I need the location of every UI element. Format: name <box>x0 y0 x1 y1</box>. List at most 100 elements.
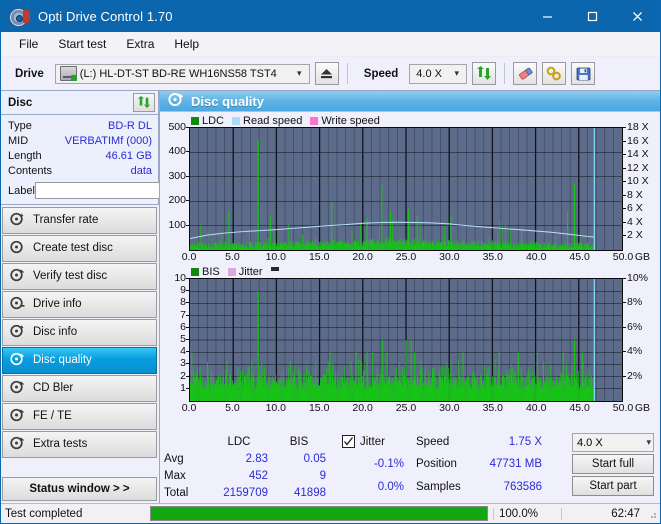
start-part-button[interactable]: Start part <box>572 476 654 496</box>
sidebar-item-create-test-disc[interactable]: Create test disc <box>2 235 157 262</box>
test-speed-value: 4.0 X <box>577 436 603 449</box>
chart2-y-axis-right: 2% 4% 6% 8% 10% <box>623 272 657 402</box>
stats-avg-bis: 0.05 <box>303 452 326 465</box>
status-window-button[interactable]: Status window > > <box>2 477 157 501</box>
axis-tick-label: 5.0 <box>225 402 240 414</box>
axis-tick <box>623 154 626 156</box>
disc-row-value: 46.61 GB <box>105 149 152 162</box>
chart1-x-axis: 0.0 5.0 10.0 15.0 20.0 25.0 30.0 35.0 40.0 45.0 50… <box>182 251 650 265</box>
axis-tick <box>623 208 626 210</box>
samples-stat-label: Samples <box>416 480 461 493</box>
progress-percent: 100.0% <box>493 507 561 520</box>
jitter-checkbox[interactable] <box>342 435 355 448</box>
chart2-series <box>190 279 622 401</box>
speed-position-column: Speed 1.75 X Position 47731 MB Samples 7… <box>416 433 542 501</box>
disc-refresh-button[interactable] <box>133 93 155 112</box>
speed-label: Speed <box>363 67 399 80</box>
resize-grip[interactable] <box>646 508 658 520</box>
axis-tick-label: 2 X <box>627 229 643 242</box>
menu-extra[interactable]: Extra <box>117 34 163 54</box>
legend-swatch <box>191 116 199 125</box>
start-full-button[interactable]: Start full <box>572 454 654 474</box>
tools-button[interactable] <box>542 62 567 85</box>
sidebar-item-disc-info[interactable]: Disc info <box>2 319 157 346</box>
nav-list: Transfer rate Create test disc Verify te… <box>1 207 159 459</box>
legend-swatch <box>227 267 236 276</box>
toolbar-divider <box>346 63 348 84</box>
axis-unit-label: GB <box>634 402 650 414</box>
disc-label-caption: Label <box>8 184 35 197</box>
legend-item-jitter: Jitter <box>227 266 263 278</box>
charts-area: LDC Read speed Write speed 100 200 300 400 5… <box>160 112 660 430</box>
legend-item-read-speed: Read speed <box>232 115 302 127</box>
position-stat-value: 47731 MB <box>489 458 542 471</box>
axis-tick-label: 500 <box>168 121 186 133</box>
close-button[interactable] <box>615 1 660 32</box>
sidebar-item-transfer-rate[interactable]: Transfer rate <box>2 207 157 234</box>
page-title: Disc quality <box>191 93 264 109</box>
sidebar-item-label: Drive info <box>33 297 82 310</box>
disc-burn-icon <box>10 240 25 257</box>
sidebar-item-fe-te[interactable]: FE / TE <box>2 403 157 430</box>
legend-label: BIS <box>202 265 220 278</box>
stats-max-ldc: 452 <box>248 469 268 482</box>
disc-row-type: Type BD-R DL <box>8 118 152 133</box>
axis-tick-label: 45.0 <box>569 402 590 414</box>
axis-tick-label: 10 X <box>627 175 649 188</box>
axis-tick-label: 35.0 <box>482 251 504 263</box>
sidebar-item-extra-tests[interactable]: Extra tests <box>2 431 157 458</box>
stats-panel: LDC BIS Avg 2.83 0.05 Max 452 9 Total 21… <box>160 430 660 503</box>
jitter-toggle[interactable]: Jitter <box>342 433 404 450</box>
sidebar-item-drive-info[interactable]: Drive info <box>2 291 157 318</box>
menu-start-test[interactable]: Start test <box>49 34 115 54</box>
panel-header: Disc quality <box>160 91 660 112</box>
axis-tick-label: 15.0 <box>308 402 330 414</box>
progress-fill <box>151 507 487 520</box>
stats-total-bis: 41898 <box>294 486 326 499</box>
chart1-plot <box>189 127 623 251</box>
speed-stat-value: 1.75 X <box>508 435 542 448</box>
legend-swatch <box>310 116 319 125</box>
axis-tick-label: 45.0 <box>569 251 590 263</box>
stats-max-bis: 9 <box>319 469 326 482</box>
axis-tick <box>623 302 626 304</box>
axis-tick-label: 8% <box>627 296 643 309</box>
legend-item-write-speed: Write speed <box>310 115 380 127</box>
test-speed-select[interactable]: 4.0 X ▾ <box>572 433 654 452</box>
axis-unit-label: GB <box>634 251 650 263</box>
speed-select[interactable]: 4.0 X ▾ <box>409 63 468 84</box>
app-window: Opti Drive Control 1.70 File Start test … <box>0 0 661 524</box>
jitter-label: Jitter <box>360 435 385 448</box>
menu-file[interactable]: File <box>10 34 47 54</box>
axis-tick-label: 10.0 <box>265 402 287 414</box>
sidebar-item-label: FE / TE <box>33 409 72 422</box>
axis-tick-label: 2% <box>627 369 643 382</box>
progress-bar <box>150 506 488 521</box>
legend-label: Write speed <box>321 114 380 127</box>
sidebar: Disc Type BD-R DL MID VERBATIMf (000) Le… <box>1 90 242 503</box>
samples-stat-value: 763586 <box>503 480 542 493</box>
menu-help[interactable]: Help <box>165 34 208 54</box>
axis-tick-label: 10.0 <box>265 251 287 263</box>
maximize-button[interactable] <box>570 1 615 32</box>
toolbar-divider <box>504 63 506 84</box>
erase-button[interactable] <box>513 62 538 85</box>
drive-select[interactable]: (L:) HL-DT-ST BD-RE WH16NS58 TST4 ▾ <box>54 63 310 84</box>
eject-button[interactable] <box>314 62 339 85</box>
sidebar-item-verify-test-disc[interactable]: Verify test disc <box>2 263 157 290</box>
disc-quality-icon <box>168 92 184 110</box>
drive-select-value: (L:) HL-DT-ST BD-RE WH16NS58 TST4 <box>79 67 277 80</box>
axis-tick <box>623 235 626 237</box>
content-area: Disc Type BD-R DL MID VERBATIMf (000) Le… <box>1 90 660 503</box>
minimize-button[interactable] <box>525 1 570 32</box>
save-button[interactable] <box>571 62 596 85</box>
speed-select-value: 4.0 X <box>416 67 442 80</box>
sidebar-item-disc-quality[interactable]: Disc quality <box>2 347 157 374</box>
refresh-button[interactable] <box>472 62 497 85</box>
disc-label-row: Label <box>8 180 242 201</box>
stats-header-ldc: LDC <box>227 435 251 448</box>
axis-tick-label: 35.0 <box>482 402 504 414</box>
sidebar-item-cd-bler[interactable]: CD Bler <box>2 375 157 402</box>
sidebar-item-label: Create test disc <box>33 241 113 254</box>
cd-bler-icon <box>10 380 25 397</box>
